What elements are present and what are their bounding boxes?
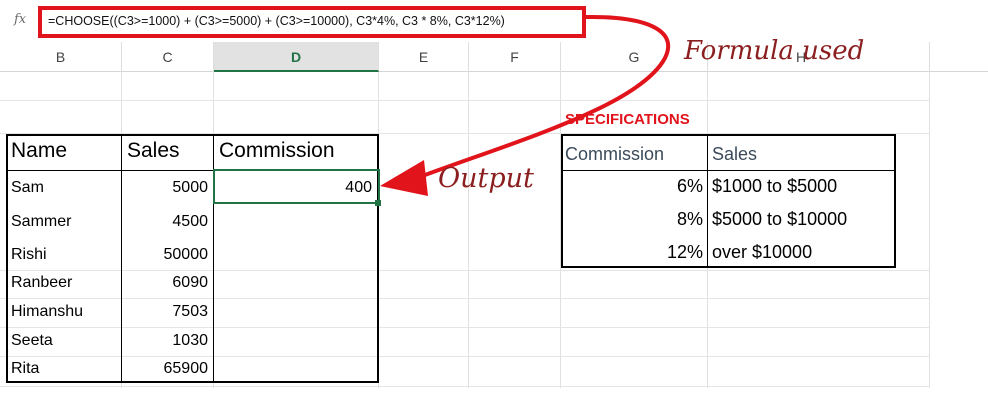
arrow-head-icon xyxy=(380,160,428,196)
arrow-curve xyxy=(424,14,671,177)
annotation-output: Output xyxy=(438,163,534,194)
annotation-formula-used: Formula used xyxy=(684,36,865,66)
